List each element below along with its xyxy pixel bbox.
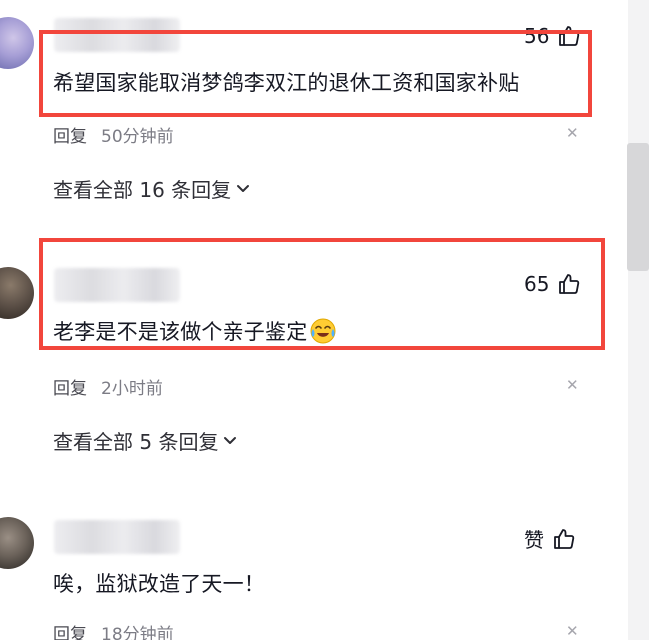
- comment-meta: 回复 2小时前: [53, 374, 163, 399]
- like-count: 56: [524, 24, 550, 48]
- like-count: 赞: [524, 528, 544, 552]
- comment-item: 赞 唉，监狱改造了天一！ 回复 18分钟前 ✕: [0, 500, 620, 640]
- comment-text: 希望国家能取消梦鸽李双江的退休工资和国家补贴: [53, 71, 520, 95]
- comment-section: 56 希望国家能取消梦鸽李双江的退休工资和国家补贴 回复 50分钟前 ✕ 查看全…: [0, 0, 649, 640]
- comment-text: 老李是不是该做个亲子鉴定: [53, 316, 337, 346]
- comment-item: 65 老李是不是该做个亲子鉴定 回复 2小时前 ✕ 查看全部 5 条回复: [0, 250, 620, 465]
- close-icon[interactable]: ✕: [566, 622, 579, 640]
- view-replies-button[interactable]: 查看全部 5 条回复: [53, 426, 238, 455]
- timestamp: 2小时前: [101, 379, 163, 399]
- avatar[interactable]: [0, 267, 34, 319]
- comment-meta: 回复 50分钟前: [53, 122, 174, 147]
- thumbs-up-icon: [557, 24, 581, 48]
- comment-text: 唉，监狱改造了天一！: [53, 572, 265, 596]
- comment-meta: 回复 18分钟前: [53, 620, 174, 640]
- avatar[interactable]: [0, 17, 34, 69]
- like-button[interactable]: 65: [524, 272, 581, 296]
- crying-laughing-emoji: [309, 317, 337, 345]
- username-blurred[interactable]: [54, 18, 180, 52]
- chevron-down-icon: [222, 429, 238, 453]
- chevron-down-icon: [235, 177, 251, 201]
- thumbs-up-icon: [552, 527, 576, 551]
- scrollbar-thumb[interactable]: [627, 143, 649, 271]
- comment-text-content: 老李是不是该做个亲子鉴定: [53, 320, 308, 344]
- avatar[interactable]: [0, 517, 34, 569]
- reply-button[interactable]: 回复: [53, 374, 87, 399]
- scrollbar-track[interactable]: [628, 0, 649, 640]
- view-replies-label: 查看全部 5 条回复: [53, 430, 219, 454]
- view-replies-button[interactable]: 查看全部 16 条回复: [53, 174, 251, 203]
- close-icon[interactable]: ✕: [566, 376, 579, 394]
- close-icon[interactable]: ✕: [566, 124, 579, 142]
- timestamp: 18分钟前: [101, 625, 174, 640]
- thumbs-up-icon: [557, 272, 581, 296]
- reply-button[interactable]: 回复: [53, 620, 87, 640]
- like-button[interactable]: 56: [524, 24, 581, 48]
- timestamp: 50分钟前: [101, 127, 174, 147]
- like-button[interactable]: 赞: [524, 524, 576, 553]
- like-count: 65: [524, 272, 550, 296]
- comment-item: 56 希望国家能取消梦鸽李双江的退休工资和国家补贴 回复 50分钟前 ✕ 查看全…: [0, 0, 620, 220]
- view-replies-label: 查看全部 16 条回复: [53, 178, 232, 202]
- username-blurred[interactable]: [54, 268, 180, 302]
- reply-button[interactable]: 回复: [53, 122, 87, 147]
- username-blurred[interactable]: [54, 520, 180, 554]
